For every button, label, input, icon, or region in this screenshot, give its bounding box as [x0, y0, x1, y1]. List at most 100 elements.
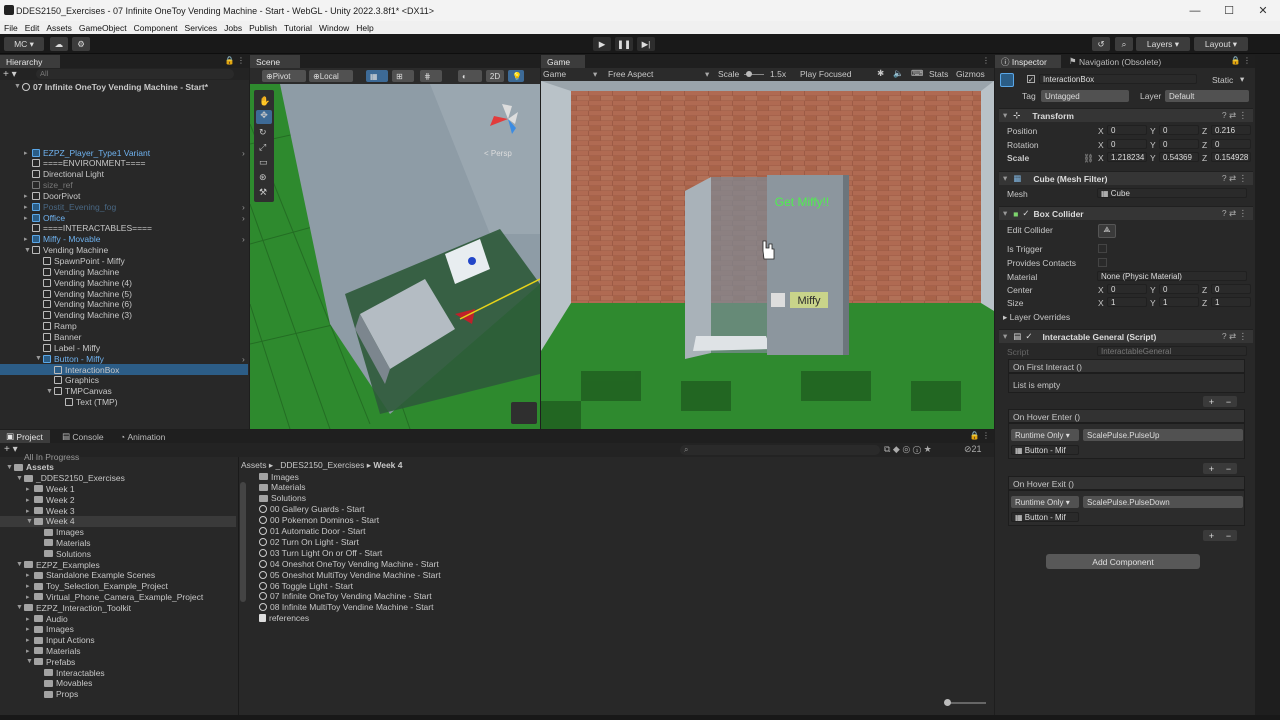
- rect-tool-icon[interactable]: ▭: [259, 157, 268, 168]
- breadcrumb-item[interactable]: Assets: [241, 460, 267, 470]
- prefab-open-icon[interactable]: ›: [242, 148, 245, 158]
- project-search-input[interactable]: ⌕: [680, 445, 880, 455]
- prefab-open-icon[interactable]: ›: [242, 213, 245, 223]
- size-x-field[interactable]: 1: [1107, 297, 1147, 307]
- project-file-item[interactable]: 07 Infinite OneToy Vending Machine - Sta…: [259, 591, 432, 602]
- project-tree-item[interactable]: ▸ Virtual_Phone_Camera_Example_Project: [26, 591, 203, 602]
- project-tree-item[interactable]: ▼ _DDES2150_Exercises: [16, 473, 125, 484]
- hierarchy-item[interactable]: SpawnPoint - Miffy: [35, 256, 125, 267]
- menu-tutorial[interactable]: Tutorial: [284, 23, 312, 33]
- project-tree-item[interactable]: ▸ Week 2: [26, 494, 75, 505]
- menu-services[interactable]: Services: [185, 23, 218, 33]
- display-dropdown[interactable]: Game: [543, 69, 566, 79]
- prefab-open-icon[interactable]: ›: [242, 234, 245, 244]
- hand-tool-icon[interactable]: ✋: [259, 96, 270, 107]
- hierarchy-item[interactable]: Label - Miffy: [35, 342, 100, 353]
- grid-snap-button[interactable]: ▦: [366, 70, 388, 82]
- scale-z-field[interactable]: 0.154928: [1211, 152, 1251, 162]
- game-panel-menu-icon[interactable]: ⋮: [982, 56, 990, 65]
- material-field[interactable]: None (Physic Material): [1097, 271, 1247, 281]
- add-icon[interactable]: +: [1209, 397, 1214, 407]
- panel-menu-icon[interactable]: 🔒 ⋮: [225, 56, 245, 65]
- hover-exit-runtime-dropdown[interactable]: Runtime Only ▾: [1011, 496, 1079, 508]
- tag-dropdown[interactable]: Untagged: [1041, 90, 1129, 102]
- position-z-field[interactable]: 0.216: [1211, 125, 1251, 135]
- rotate-tool-icon[interactable]: ↻: [259, 127, 267, 138]
- size-y-field[interactable]: 1: [1159, 297, 1199, 307]
- project-tree-item[interactable]: ▼ EZPZ_Examples: [16, 559, 100, 570]
- hierarchy-item[interactable]: Ramp: [35, 321, 77, 332]
- aspect-chevron-icon[interactable]: ▾: [705, 69, 709, 80]
- component-menu-icon[interactable]: ? ⇄ ⋮: [1222, 173, 1247, 184]
- size-z-field[interactable]: 1: [1211, 297, 1251, 307]
- project-tree-item[interactable]: ▸ Week 1: [26, 483, 75, 494]
- minimize-button[interactable]: —: [1178, 0, 1212, 21]
- gear-icon[interactable]: ⚙: [72, 37, 90, 51]
- project-tree-item[interactable]: ▼ Week 4: [0, 515, 236, 527]
- collider-enabled-checkbox[interactable]: ✓: [1022, 208, 1029, 219]
- menu-jobs[interactable]: Jobs: [224, 23, 242, 33]
- project-tree-item[interactable]: ▸ Week 3: [26, 505, 75, 516]
- menu-gameobject[interactable]: GameObject: [79, 23, 127, 33]
- add-icon[interactable]: + ▾: [3, 69, 17, 80]
- breadcrumb-item[interactable]: _DDES2150_Exercises: [276, 460, 365, 470]
- hierarchy-item[interactable]: ▸ Postit_Evening_fog ›: [24, 201, 245, 212]
- project-tree-item[interactable]: Solutions: [36, 548, 91, 559]
- mode-2d-button[interactable]: 2D: [486, 70, 504, 82]
- chevron-down-icon[interactable]: ▾: [1003, 331, 1007, 342]
- layout-dropdown[interactable]: Layout ▾: [1194, 37, 1248, 51]
- chevron-down-icon[interactable]: ▼: [26, 518, 34, 525]
- persp-label[interactable]: < Persp: [484, 149, 512, 158]
- scene-viewport[interactable]: < Persp: [250, 84, 540, 429]
- play-focused-dropdown[interactable]: Play Focused: [800, 69, 852, 79]
- hierarchy-search-input[interactable]: All: [36, 69, 234, 79]
- chevron-right-icon[interactable]: ▸: [24, 203, 32, 211]
- hierarchy-item[interactable]: Vending Machine (6): [35, 299, 132, 310]
- remove-icon[interactable]: −: [1226, 397, 1231, 407]
- chevron-right-icon[interactable]: ▸: [26, 571, 34, 579]
- hierarchy-item[interactable]: ▸ Miffy - Movable ›: [24, 234, 245, 245]
- chevron-down-icon[interactable]: ▼: [14, 83, 22, 90]
- chevron-right-icon[interactable]: ▸: [26, 615, 34, 623]
- game-viewport[interactable]: Get Miffy!! Miffy: [541, 81, 994, 429]
- hierarchy-item[interactable]: Text (TMP): [57, 397, 118, 408]
- tab-game[interactable]: Game: [541, 55, 585, 68]
- snap-settings-button[interactable]: ⊞: [392, 70, 414, 82]
- close-button[interactable]: ✕: [1246, 0, 1280, 21]
- chevron-right-icon[interactable]: ▼: [24, 247, 32, 254]
- hierarchy-item[interactable]: Vending Machine: [35, 266, 119, 277]
- static-chevron-icon[interactable]: ▾: [1240, 74, 1244, 85]
- step-button[interactable]: ▶|: [637, 37, 655, 51]
- hover-exit-target-field[interactable]: ▦ Button - Mif: [1011, 512, 1079, 522]
- maximize-button[interactable]: ☐: [1212, 0, 1246, 21]
- hierarchy-item[interactable]: ▸ Office ›: [24, 212, 245, 223]
- custom-tool-icon[interactable]: ⚒: [259, 187, 267, 198]
- hierarchy-item[interactable]: ▼ Vending Machine: [24, 245, 108, 256]
- transform-tool-icon[interactable]: ⊛: [259, 172, 267, 183]
- hover-exit-function-dropdown[interactable]: ScalePulse.PulseDown: [1083, 496, 1243, 508]
- remove-icon[interactable]: −: [1226, 531, 1231, 541]
- menu-assets[interactable]: Assets: [46, 23, 72, 33]
- frame-debug-icon[interactable]: ✱: [877, 68, 884, 79]
- hierarchy-item[interactable]: size_ref: [24, 180, 73, 191]
- shading-mode-button[interactable]: ◐: [458, 70, 482, 82]
- inspector-lock-icon[interactable]: 🔒 ⋮: [1231, 56, 1251, 65]
- chevron-down-icon[interactable]: ▼: [16, 561, 24, 568]
- chevron-right-icon[interactable]: ▸: [24, 235, 32, 243]
- project-splitter[interactable]: [238, 457, 239, 715]
- project-tree-item[interactable]: ▸ Input Actions: [26, 635, 95, 646]
- chevron-down-icon[interactable]: ▾: [1003, 208, 1007, 219]
- account-dropdown[interactable]: MC ▾: [4, 37, 44, 51]
- chevron-right-icon[interactable]: ▸: [24, 192, 32, 200]
- project-tree-item[interactable]: ▼ EZPZ_Interaction_Toolkit: [16, 602, 131, 613]
- edit-collider-button[interactable]: ⟁: [1098, 224, 1116, 238]
- hierarchy-item[interactable]: Vending Machine (4): [35, 277, 132, 288]
- menu-publish[interactable]: Publish: [249, 23, 277, 33]
- position-y-field[interactable]: 0: [1159, 125, 1199, 135]
- filter-icons[interactable]: ⧉ ◆ ◎ ⓘ ★: [884, 444, 932, 455]
- project-tree-item[interactable]: All In Progress: [16, 451, 79, 462]
- component-menu-icon[interactable]: ? ⇄ ⋮: [1222, 208, 1247, 219]
- prefab-open-icon[interactable]: ›: [242, 354, 245, 364]
- chevron-down-icon[interactable]: ▼: [6, 464, 14, 471]
- active-checkbox[interactable]: ✓: [1027, 75, 1035, 84]
